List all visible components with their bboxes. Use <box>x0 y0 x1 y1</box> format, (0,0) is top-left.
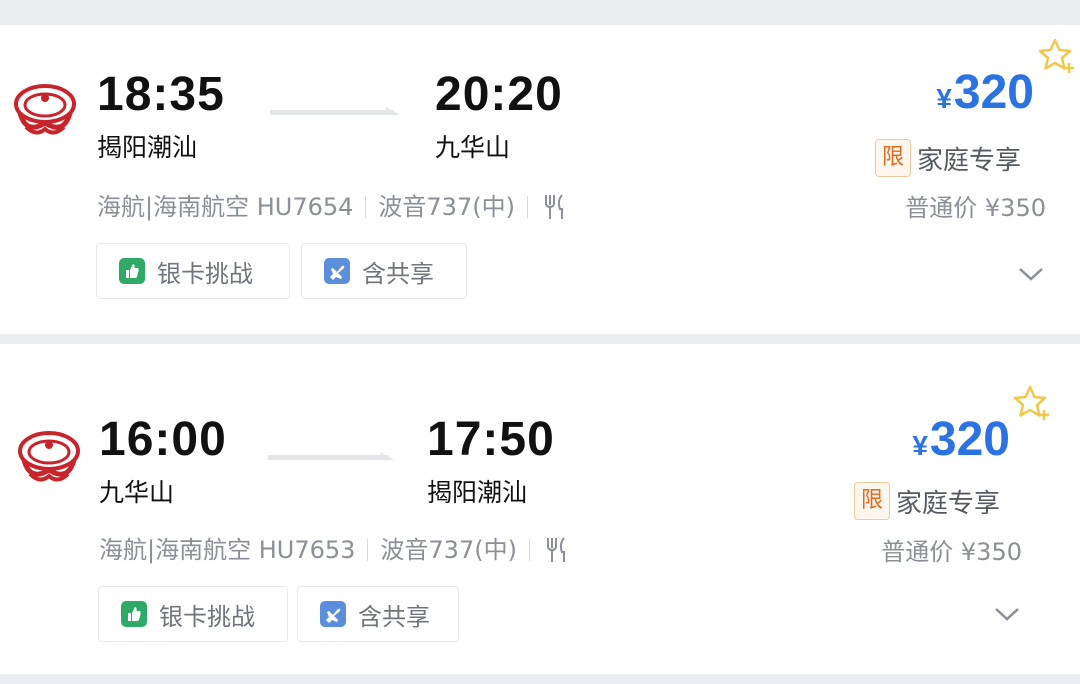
price: ¥320 <box>912 412 1010 467</box>
limited-badge: 限 <box>854 482 890 520</box>
promo-label: 家庭专享 <box>917 145 1022 176</box>
flight-card[interactable]: 18:35 揭阳潮汕 20:20 九华山 海航|海南航空 HU7654 波音73… <box>0 25 1080 334</box>
aircraft-type: 波音737(中) <box>378 193 515 221</box>
divider <box>367 539 369 561</box>
departure-time: 18:35 <box>97 68 225 121</box>
normal-price: 普通价 ¥350 <box>905 194 1046 222</box>
price-currency: ¥ <box>936 83 952 114</box>
divider <box>526 196 528 218</box>
tag-codeshare[interactable]: 含共享 <box>301 243 467 299</box>
arrival-time: 17:50 <box>427 413 555 466</box>
chevron-down-icon[interactable] <box>994 606 1020 622</box>
price: ¥320 <box>936 65 1034 120</box>
flight-info: 海航|海南航空 HU7653 波音737(中) <box>99 535 570 565</box>
favorite-star-icon[interactable] <box>1038 37 1078 77</box>
thumbs-up-icon <box>119 258 145 284</box>
departure-city: 揭阳潮汕 <box>97 133 198 162</box>
flight-card[interactable]: 16:00 九华山 17:50 揭阳潮汕 海航|海南航空 HU7653 波音73… <box>0 344 1080 674</box>
plane-icon <box>320 601 346 627</box>
route-arrow-icon <box>270 107 400 115</box>
chevron-down-icon[interactable] <box>1018 266 1044 282</box>
airline-flight-number: 海航|海南航空 HU7653 <box>99 536 356 564</box>
plane-icon <box>324 258 350 284</box>
departure-time: 16:00 <box>99 413 227 466</box>
utensils-icon <box>544 194 563 219</box>
hainan-airlines-logo-icon <box>14 84 76 135</box>
route-arrow-icon <box>268 452 394 460</box>
flight-list: 18:35 揭阳潮汕 20:20 九华山 海航|海南航空 HU7654 波音73… <box>0 0 1080 684</box>
promo-family: 限 家庭专享 <box>875 139 1021 177</box>
limited-badge: 限 <box>875 139 911 177</box>
price-currency: ¥ <box>912 430 928 461</box>
divider <box>528 539 530 561</box>
arrival-time: 20:20 <box>435 68 563 121</box>
utensils-icon <box>546 537 565 562</box>
tag-label: 银卡挑战 <box>157 259 253 288</box>
flight-info: 海航|海南航空 HU7654 波音737(中) <box>97 192 568 222</box>
normal-price: 普通价 ¥350 <box>881 538 1022 566</box>
arrival-city: 九华山 <box>435 133 511 162</box>
tag-silver-card-challenge[interactable]: 银卡挑战 <box>96 243 290 299</box>
tag-silver-card-challenge[interactable]: 银卡挑战 <box>98 586 288 642</box>
aircraft-type: 波音737(中) <box>380 536 517 564</box>
thumbs-up-icon <box>121 601 147 627</box>
tag-label: 含共享 <box>358 602 430 631</box>
tag-label: 银卡挑战 <box>159 602 255 631</box>
tag-label: 含共享 <box>362 259 434 288</box>
tag-codeshare[interactable]: 含共享 <box>297 586 459 642</box>
airline-flight-number: 海航|海南航空 HU7654 <box>97 193 354 221</box>
divider <box>365 196 367 218</box>
favorite-star-icon[interactable] <box>1013 384 1053 424</box>
promo-label: 家庭专享 <box>896 488 1001 519</box>
price-amount: 320 <box>953 66 1034 119</box>
price-amount: 320 <box>929 413 1010 466</box>
departure-city: 九华山 <box>99 478 175 507</box>
arrival-city: 揭阳潮汕 <box>427 478 528 507</box>
hainan-airlines-logo-icon <box>18 431 80 482</box>
promo-family: 限 家庭专享 <box>854 482 1000 520</box>
